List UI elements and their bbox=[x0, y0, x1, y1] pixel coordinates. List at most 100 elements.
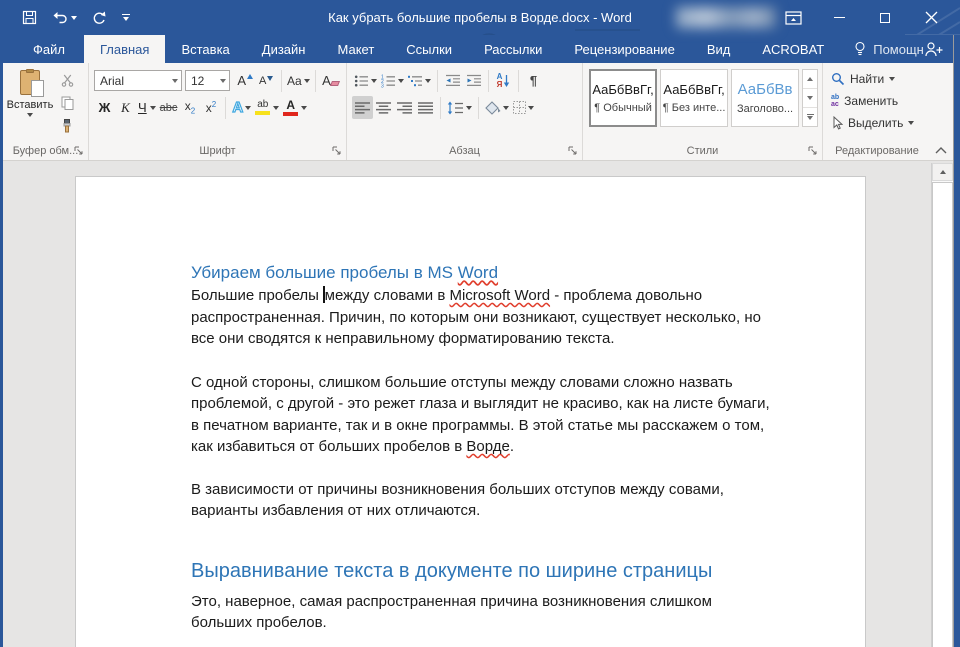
align-center-icon bbox=[376, 102, 391, 114]
tab-references[interactable]: Ссылки bbox=[390, 35, 468, 63]
superscript-button[interactable]: x2 bbox=[200, 96, 221, 119]
undo-button[interactable] bbox=[52, 11, 77, 24]
shrink-font-button[interactable]: A bbox=[256, 69, 277, 92]
tab-view[interactable]: Вид bbox=[691, 35, 747, 63]
tab-design[interactable]: Дизайн bbox=[246, 35, 322, 63]
close-button[interactable] bbox=[908, 0, 954, 35]
lightbulb-icon bbox=[854, 41, 866, 57]
scroll-up-icon bbox=[940, 170, 946, 174]
style-heading[interactable]: АаБбВв Заголово... bbox=[731, 69, 799, 127]
group-styles: АаБбВвГг, ¶ Обычный АаБбВвГг, ¶ Без инте… bbox=[583, 63, 823, 160]
show-marks-button[interactable]: ¶ bbox=[523, 69, 544, 92]
style-no-spacing[interactable]: АаБбВвГг, ¶ Без инте... bbox=[660, 69, 728, 127]
style-normal[interactable]: АаБбВвГг, ¶ Обычный bbox=[589, 69, 657, 127]
bold-button[interactable]: Ж bbox=[94, 96, 115, 119]
replace-button[interactable]: ab ac Заменить bbox=[831, 92, 929, 110]
paste-button[interactable]: Вставить bbox=[5, 67, 55, 137]
save-button[interactable] bbox=[22, 10, 37, 25]
subscript-button[interactable]: x2 bbox=[179, 96, 200, 119]
increase-indent-button[interactable] bbox=[463, 69, 484, 92]
line-spacing-button[interactable] bbox=[445, 96, 474, 119]
styles-scroll-down-button[interactable] bbox=[803, 89, 817, 108]
numbering-button[interactable]: 123 bbox=[379, 69, 406, 92]
highlight-color-button[interactable]: ab bbox=[253, 96, 281, 119]
numbering-icon: 123 bbox=[381, 74, 396, 88]
scroll-up-button[interactable] bbox=[932, 163, 953, 181]
group-editing: Найти ab ac Заменить Выделить bbox=[823, 63, 931, 160]
paragraph-4[interactable]: Это, наверное, самая распространенная пр… bbox=[191, 591, 805, 634]
doc-heading-2[interactable]: Выравнивание текста в документе по ширин… bbox=[191, 558, 805, 584]
strikethrough-button[interactable]: abc bbox=[158, 96, 180, 119]
document-page[interactable]: Убираем большие пробелы в MS Word Больши… bbox=[75, 176, 866, 647]
borders-icon bbox=[513, 101, 526, 114]
italic-button[interactable]: К bbox=[115, 96, 136, 119]
paragraph-1[interactable]: Большие пробелы между словами в Microsof… bbox=[191, 285, 805, 350]
font-dialog-launcher[interactable] bbox=[332, 146, 342, 156]
paragraph-dialog-launcher[interactable] bbox=[568, 146, 578, 156]
cut-button[interactable] bbox=[55, 69, 79, 91]
font-size-caret bbox=[220, 79, 226, 83]
font-family-combobox[interactable]: Arial bbox=[94, 70, 182, 91]
shading-button[interactable] bbox=[483, 96, 511, 119]
group-font: Arial 12 A A Aa bbox=[89, 63, 347, 160]
tab-file[interactable]: Файл bbox=[14, 35, 84, 63]
grow-font-button[interactable]: A bbox=[235, 69, 256, 92]
find-button[interactable]: Найти bbox=[831, 70, 929, 88]
strikethrough-icon: abc bbox=[160, 102, 178, 114]
doc-heading-1[interactable]: Убираем большие пробелы в MS Word bbox=[191, 261, 805, 285]
multilevel-list-button[interactable] bbox=[406, 69, 433, 92]
align-left-icon bbox=[355, 102, 370, 114]
shading-icon bbox=[485, 101, 501, 115]
styles-dialog-launcher[interactable] bbox=[808, 146, 818, 156]
tab-insert[interactable]: Вставка bbox=[165, 35, 245, 63]
ribbon-home: Вставить bbox=[0, 63, 953, 161]
clipboard-dialog-launcher[interactable] bbox=[74, 146, 84, 156]
tab-layout[interactable]: Макет bbox=[321, 35, 390, 63]
misspelled-word: Ворде bbox=[466, 438, 509, 455]
save-icon bbox=[22, 10, 37, 25]
ribbon-display-options-button[interactable] bbox=[770, 0, 816, 35]
align-left-button[interactable] bbox=[352, 96, 373, 119]
clear-formatting-button[interactable]: A bbox=[320, 69, 341, 92]
paragraph-3[interactable]: В зависимости от причины возникновения б… bbox=[191, 479, 805, 522]
select-button[interactable]: Выделить bbox=[831, 114, 929, 132]
tab-home[interactable]: Главная bbox=[84, 35, 165, 63]
highlight-icon: ab bbox=[255, 100, 270, 115]
maximize-button[interactable] bbox=[862, 0, 908, 35]
vertical-scrollbar[interactable] bbox=[931, 163, 953, 647]
align-center-button[interactable] bbox=[373, 96, 394, 119]
paragraph-2[interactable]: С одной стороны, слишком большие отступы… bbox=[191, 372, 805, 458]
align-right-button[interactable] bbox=[394, 96, 415, 119]
borders-caret bbox=[528, 106, 534, 110]
styles-scroll-up-button[interactable] bbox=[803, 70, 817, 89]
font-color-button[interactable]: A bbox=[281, 96, 309, 119]
borders-button[interactable] bbox=[511, 96, 536, 119]
tab-review[interactable]: Рецензирование bbox=[558, 35, 690, 63]
justify-button[interactable] bbox=[415, 96, 436, 119]
scissors-icon bbox=[61, 74, 74, 87]
text-effects-button[interactable]: A bbox=[230, 96, 253, 119]
decrease-indent-button[interactable] bbox=[442, 69, 463, 92]
tab-acrobat[interactable]: ACROBAT bbox=[746, 35, 840, 63]
redo-button[interactable] bbox=[92, 11, 107, 25]
styles-gallery-more-button[interactable] bbox=[803, 108, 817, 126]
document-text[interactable]: Убираем большие пробелы в MS Word Больши… bbox=[76, 177, 865, 634]
format-painter-button[interactable] bbox=[55, 115, 79, 137]
scrollbar-thumb[interactable] bbox=[932, 182, 953, 647]
collapse-ribbon-button[interactable] bbox=[935, 147, 947, 154]
sort-button[interactable]: АЯ bbox=[493, 69, 514, 92]
tell-me-assistant[interactable]: Помощн bbox=[854, 35, 924, 63]
copy-button[interactable] bbox=[55, 92, 79, 114]
tab-mailings[interactable]: Рассылки bbox=[468, 35, 558, 63]
customize-quick-access-button[interactable] bbox=[122, 14, 130, 21]
paragraph-group-label: Абзац bbox=[347, 145, 582, 157]
bullets-button[interactable] bbox=[352, 69, 379, 92]
change-case-button[interactable]: Aa bbox=[286, 69, 311, 92]
minimize-button[interactable] bbox=[816, 0, 862, 35]
change-case-caret bbox=[304, 79, 310, 83]
underline-button[interactable]: Ч bbox=[136, 96, 158, 119]
select-cursor-icon bbox=[831, 116, 843, 130]
ribbon-right-edge bbox=[931, 63, 953, 160]
font-size-combobox[interactable]: 12 bbox=[185, 70, 230, 91]
share-icon[interactable] bbox=[924, 41, 943, 57]
